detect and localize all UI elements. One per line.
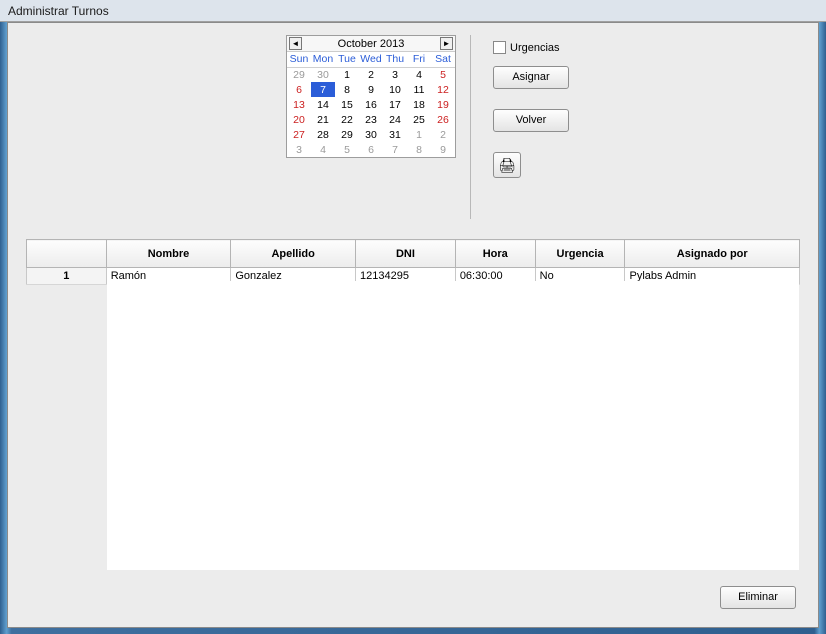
table-header[interactable]: DNI [356,240,456,268]
calendar-panel: ◄ October 2013 ► SunMonTueWedThuFriSat 2… [272,35,471,219]
calendar-day-cell[interactable]: 24 [383,112,407,127]
table-header[interactable]: Urgencia [535,240,625,268]
volver-button[interactable]: Volver [493,109,569,132]
table-header[interactable]: Apellido [231,240,356,268]
calendar-day-cell[interactable]: 1 [407,127,431,142]
calendar-day-cell[interactable]: 27 [287,127,311,142]
calendar-day-cell[interactable]: 5 [335,142,359,157]
calendar-day-cell[interactable]: 4 [407,67,431,82]
button-panel: Urgencias Asignar Volver 🖨 [471,35,607,219]
calendar-day-header: Thu [383,52,407,67]
calendar-day-cell[interactable]: 8 [407,142,431,157]
table-header[interactable]: Hora [455,240,535,268]
table-header[interactable]: Nombre [106,240,231,268]
window-titlebar: Administrar Turnos [0,0,826,22]
calendar-day-cell[interactable]: 1 [335,67,359,82]
calendar[interactable]: ◄ October 2013 ► SunMonTueWedThuFriSat 2… [286,35,456,158]
calendar-day-cell[interactable]: 16 [359,97,383,112]
calendar-day-cell[interactable]: 25 [407,112,431,127]
window-title: Administrar Turnos [8,4,109,18]
table-header[interactable]: Asignado por [625,240,800,268]
calendar-prev-button[interactable]: ◄ [289,37,302,50]
asignar-button[interactable]: Asignar [493,66,569,89]
calendar-day-header: Tue [335,52,359,67]
calendar-day-cell[interactable]: 26 [431,112,455,127]
calendar-day-cell[interactable]: 17 [383,97,407,112]
calendar-day-cell[interactable]: 2 [359,67,383,82]
calendar-day-cell[interactable]: 20 [287,112,311,127]
calendar-day-cell[interactable]: 29 [335,127,359,142]
calendar-day-cell[interactable]: 3 [383,67,407,82]
print-icon: 🖨 [498,157,516,173]
calendar-day-cell[interactable]: 11 [407,82,431,97]
calendar-day-cell[interactable]: 12 [431,82,455,97]
calendar-day-cell[interactable]: 5 [431,67,455,82]
calendar-day-cell[interactable]: 6 [359,142,383,157]
calendar-month-label: October 2013 [302,38,440,50]
client-area: ◄ October 2013 ► SunMonTueWedThuFriSat 2… [7,22,819,628]
calendar-day-cell[interactable]: 22 [335,112,359,127]
calendar-day-cell[interactable]: 15 [335,97,359,112]
calendar-day-cell[interactable]: 13 [287,97,311,112]
urgencias-checkbox[interactable] [493,41,506,54]
top-panel: ◄ October 2013 ► SunMonTueWedThuFriSat 2… [18,35,808,219]
calendar-next-button[interactable]: ► [440,37,453,50]
calendar-day-header: Sun [287,52,311,67]
calendar-day-cell[interactable]: 10 [383,82,407,97]
calendar-day-cell[interactable]: 19 [431,97,455,112]
calendar-day-header: Sat [431,52,455,67]
calendar-day-cell[interactable]: 29 [287,67,311,82]
calendar-day-cell[interactable]: 31 [383,127,407,142]
calendar-day-header: Mon [311,52,335,67]
calendar-day-cell[interactable]: 18 [407,97,431,112]
calendar-day-cell[interactable]: 28 [311,127,335,142]
calendar-day-cell[interactable]: 21 [311,112,335,127]
calendar-day-cell[interactable]: 6 [287,82,311,97]
table-cell: 1 [27,268,107,285]
urgencias-row: Urgencias [493,41,569,54]
calendar-header: ◄ October 2013 ► [287,36,455,52]
footer-buttons: Eliminar [720,586,796,609]
calendar-day-cell[interactable]: 23 [359,112,383,127]
calendar-day-header: Wed [359,52,383,67]
table-header[interactable] [27,240,107,268]
eliminar-button[interactable]: Eliminar [720,586,796,609]
calendar-day-cell[interactable]: 2 [431,127,455,142]
calendar-grid[interactable]: SunMonTueWedThuFriSat 293012345678910111… [287,52,455,157]
calendar-day-cell[interactable]: 30 [359,127,383,142]
calendar-day-header: Fri [407,52,431,67]
calendar-day-cell[interactable]: 4 [311,142,335,157]
calendar-day-cell[interactable]: 8 [335,82,359,97]
calendar-day-cell[interactable]: 14 [311,97,335,112]
print-button[interactable]: 🖨 [493,152,521,178]
calendar-day-cell[interactable]: 3 [287,142,311,157]
calendar-day-cell[interactable]: 30 [311,67,335,82]
calendar-day-cell[interactable]: 7 [311,82,335,97]
top-spacer [18,35,272,219]
calendar-day-cell[interactable]: 7 [383,142,407,157]
calendar-day-cell[interactable]: 9 [359,82,383,97]
urgencias-label: Urgencias [510,42,560,54]
calendar-day-cell[interactable]: 9 [431,142,455,157]
appointments-table[interactable]: NombreApellidoDNIHoraUrgenciaAsignado po… [26,239,800,285]
grid-empty-area [107,281,799,570]
